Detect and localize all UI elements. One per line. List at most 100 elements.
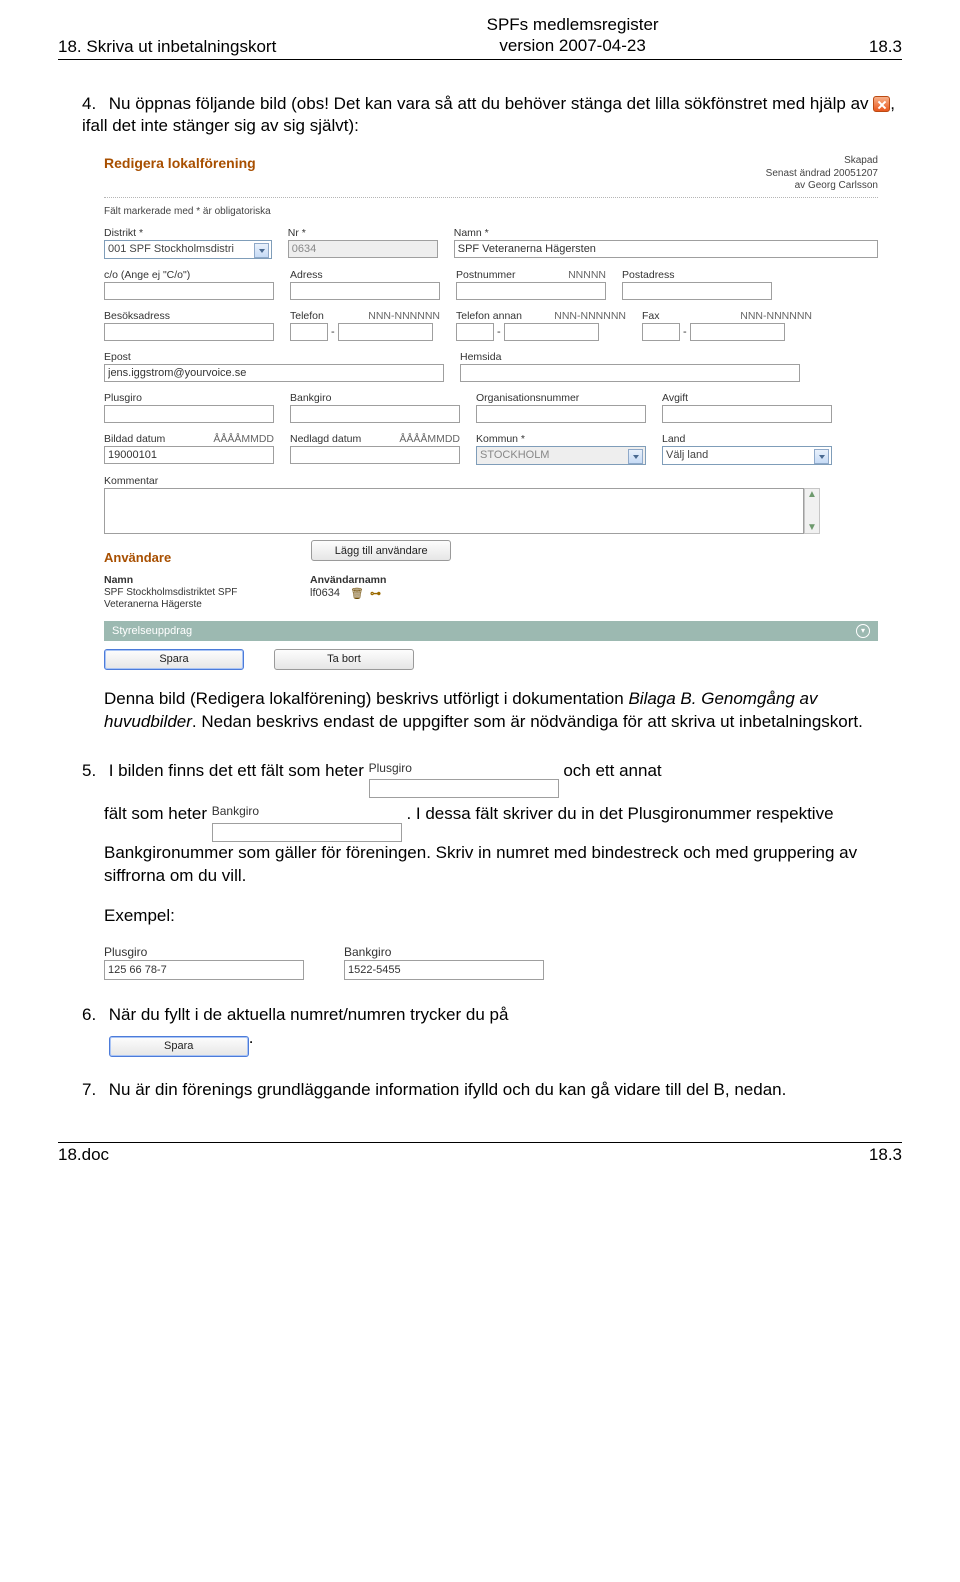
input-telannan-num[interactable] [504,323,599,341]
scroll-up-icon[interactable]: ▲ [805,489,819,500]
input-epost[interactable] [104,364,444,382]
styrelse-label: Styrelseuppdrag [112,625,192,637]
hint-telannan: NNN-NNNNNN [554,310,626,322]
select-distrikt[interactable]: 001 SPF Stockholmsdistri [104,240,272,259]
hint-tel: NNN-NNNNNN [368,310,440,322]
inline-plusgiro-input[interactable] [369,779,559,798]
label-fax: Fax [642,310,660,322]
inline-plusgiro-label: Plusgiro [369,760,559,776]
input-nedlagd[interactable] [290,446,460,464]
label-telannan: Telefon annan [456,310,522,322]
input-postadr[interactable] [622,282,772,300]
trash-icon[interactable]: 🗑 [350,587,364,600]
input-fax-num[interactable] [690,323,785,341]
label-postadr: Postadress [622,269,772,281]
label-nedlagd: Nedlagd datum [290,433,361,445]
inline-plusgiro: Plusgiro [369,760,559,799]
styrelse-bar[interactable]: Styrelseuppdrag ▾ [104,621,878,641]
select-land[interactable]: Välj land [662,446,832,465]
hint-postnr: NNNNN [568,269,606,281]
doc-footer: 18.doc 18.3 [58,1142,902,1165]
close-icon[interactable] [873,96,890,112]
label-distrikt: Distrikt * [104,227,272,239]
header-right: 18.3 [869,37,902,57]
inline-bankgiro-label: Bankgiro [212,803,402,819]
input-postnr[interactable] [456,282,606,300]
label-namn: Namn * [454,227,878,239]
input-bildad[interactable] [104,446,274,464]
key-icon[interactable]: ⊶ [370,587,381,600]
expand-icon[interactable]: ▾ [856,624,870,638]
label-anv-user: Användarnamn [310,574,610,586]
item4-after-b: . Nedan beskrivs endast de uppgifter som… [192,712,863,731]
ex-bankgiro-input[interactable] [344,960,544,980]
hint-bildad: ÅÅÅÅMMDD [213,433,274,445]
item6-dot: . [249,1028,254,1047]
dash: - [331,326,335,341]
item5-a: I bilden finns det ett fält som heter [109,761,369,780]
list-number-5: 5. [82,760,104,783]
save-button[interactable]: Spara [104,649,244,670]
input-fax-area[interactable] [642,323,680,341]
form-title: Redigera lokalförening [104,155,256,171]
delete-button[interactable]: Ta bort [274,649,414,670]
input-tel-area[interactable] [290,323,328,341]
anv-namn-value: SPF Stockholmsdistriktet SPF Veteranerna… [104,587,294,611]
anv-user-value: lf0634 [310,587,340,599]
label-anv-namn: Namn [104,574,294,586]
label-besok: Besöksadress [104,310,274,322]
dotted-rule [104,197,878,198]
label-kommentar: Kommentar [104,475,824,487]
label-tel: Telefon [290,310,324,322]
label-orgnr: Organisationsnummer [476,392,646,404]
header-center-2: version 2007-04-23 [487,35,659,56]
label-co: c/o (Ange ej "C/o") [104,269,274,281]
input-bankgiro[interactable] [290,405,460,423]
label-postnr: Postnummer [456,269,516,281]
list-number-7: 7. [82,1079,104,1102]
input-namn[interactable] [454,240,878,258]
input-adress[interactable] [290,282,440,300]
select-kommun[interactable]: STOCKHOLM [476,446,646,465]
input-besok[interactable] [104,323,274,341]
hint-fax: NNN-NNNNNN [740,310,812,322]
header-left: 18. Skriva ut inbetalningskort [58,37,276,57]
inline-bankgiro-input[interactable] [212,823,402,842]
input-orgnr[interactable] [476,405,646,423]
item5-c: fält som heter [104,804,212,823]
mandatory-hint: Fält markerade med * är obligatoriska [104,206,878,217]
select-kommun-value: STOCKHOLM [480,449,549,461]
item7-text: Nu är din förenings grundläggande inform… [109,1080,787,1099]
header-center-1: SPFs medlemsregister [487,14,659,35]
add-user-button[interactable]: Lägg till användare [311,540,451,561]
label-plusgiro: Plusgiro [104,392,274,404]
ex-plusgiro-input[interactable] [104,960,304,980]
label-bankgiro: Bankgiro [290,392,460,404]
input-tel-num[interactable] [338,323,433,341]
input-avgift[interactable] [662,405,832,423]
label-nr: Nr * [288,227,438,239]
label-avgift: Avgift [662,392,832,404]
created-line3: av Georg Carlsson [766,180,878,193]
input-telannan-area[interactable] [456,323,494,341]
input-co[interactable] [104,282,274,300]
created-line2: Senast ändrad 20051207 [766,168,878,181]
label-land: Land [662,433,832,445]
select-distrikt-value: 001 SPF Stockholmsdistri [108,243,234,255]
hint-nedlagd: ÅÅÅÅMMDD [399,433,460,445]
textarea-kommentar[interactable] [104,488,804,534]
created-line1: Skapad [766,155,878,168]
scroll-down-icon[interactable]: ▼ [805,522,819,533]
ex-bankgiro-label: Bankgiro [344,945,544,959]
input-hemsida[interactable] [460,364,800,382]
item5-exempel: Exempel: [82,905,902,928]
footer-left: 18.doc [58,1145,109,1165]
doc-header: 18. Skriva ut inbetalningskort SPFs medl… [58,14,902,59]
item6-text: När du fyllt i de aktuella numret/numren… [109,1005,509,1024]
label-epost: Epost [104,351,444,363]
dash: - [497,326,501,341]
input-plusgiro[interactable] [104,405,274,423]
select-land-value: Välj land [666,449,708,461]
section-anvandare: Användare [104,550,171,565]
save-button-inline[interactable]: Spara [109,1036,249,1057]
